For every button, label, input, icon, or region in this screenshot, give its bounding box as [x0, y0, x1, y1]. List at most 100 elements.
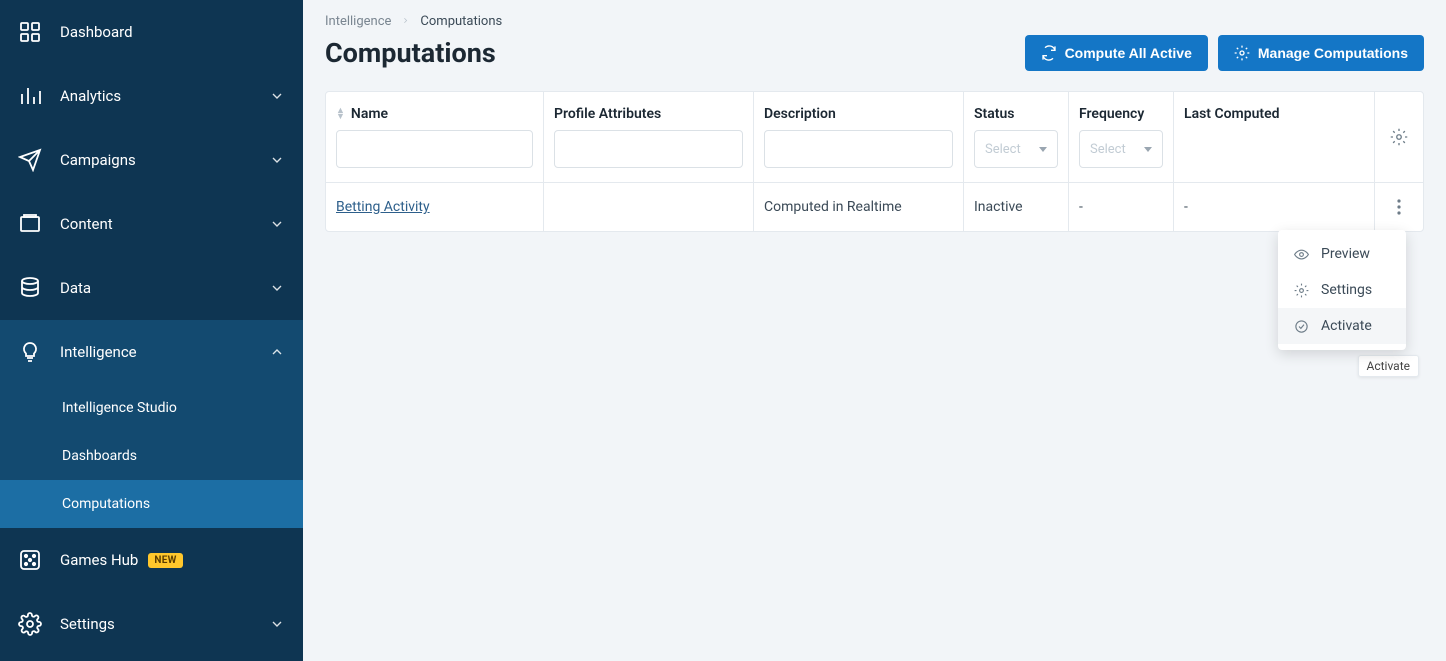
sidebar-item-label: Data: [60, 279, 269, 297]
eye-icon: [1294, 247, 1309, 262]
menu-item-label: Settings: [1321, 282, 1372, 298]
col-header-label: Profile Attributes: [554, 106, 661, 122]
select-placeholder: Select: [1090, 142, 1126, 157]
sidebar-item-label: Dashboards: [62, 448, 285, 464]
breadcrumb-bar: Intelligence Computations: [303, 0, 1446, 29]
col-header-name: ▲▼ Name: [326, 92, 544, 182]
chevron-down-icon: [269, 152, 285, 168]
content-icon: [18, 212, 42, 236]
content-area: ▲▼ Name Profile Attributes: [303, 91, 1446, 232]
manage-computations-button[interactable]: Manage Computations: [1218, 35, 1424, 71]
menu-item-activate[interactable]: Activate: [1278, 308, 1406, 344]
chevron-down-icon: [269, 216, 285, 232]
cell-last-computed: -: [1174, 183, 1375, 231]
row-context-menu: Preview Settings Activate: [1278, 230, 1406, 350]
cell-description: Computed in Realtime: [754, 183, 964, 231]
page-title: Computations: [325, 37, 496, 69]
new-badge: NEW: [148, 553, 182, 568]
chevron-down-icon: [269, 616, 285, 632]
col-header-label: Frequency: [1079, 106, 1144, 122]
gear-icon: [1294, 283, 1309, 298]
chevron-down-icon: [269, 280, 285, 296]
table-header-row: ▲▼ Name Profile Attributes: [326, 92, 1423, 183]
sidebar-intelligence-sub: Intelligence Studio Dashboards Computati…: [0, 384, 303, 528]
cell-frequency: -: [1069, 183, 1174, 231]
breadcrumb-parent[interactable]: Intelligence: [325, 14, 391, 29]
gear-icon: [1390, 128, 1408, 146]
filter-status-select[interactable]: Select: [974, 130, 1058, 168]
button-label: Compute All Active: [1065, 45, 1192, 61]
chevron-right-icon: [401, 14, 410, 29]
campaigns-icon: [18, 148, 42, 172]
select-placeholder: Select: [985, 142, 1021, 157]
main-content: Intelligence Computations Computations C…: [303, 0, 1446, 661]
refresh-icon: [1041, 45, 1057, 61]
row-name-link[interactable]: Betting Activity: [336, 199, 430, 215]
col-header-frequency: Frequency Select: [1069, 92, 1174, 182]
breadcrumb-current: Computations: [420, 14, 502, 29]
menu-item-settings[interactable]: Settings: [1278, 272, 1406, 308]
col-header-profile: Profile Attributes: [544, 92, 754, 182]
sidebar-item-games-hub[interactable]: Games Hub NEW: [0, 528, 303, 592]
dashboard-icon: [18, 20, 42, 44]
more-vertical-icon: [1397, 199, 1401, 215]
menu-item-preview[interactable]: Preview: [1278, 236, 1406, 272]
sidebar: Dashboard Analytics Campaigns Content: [0, 0, 303, 661]
compute-all-active-button[interactable]: Compute All Active: [1025, 35, 1208, 71]
sidebar-item-label: Dashboard: [60, 23, 285, 41]
sidebar-item-label: Intelligence: [60, 343, 269, 361]
col-header-label: Description: [764, 106, 836, 122]
analytics-icon: [18, 84, 42, 108]
tooltip: Activate: [1358, 355, 1420, 377]
table-settings-header[interactable]: [1375, 92, 1423, 182]
sidebar-item-label: Settings: [60, 615, 269, 633]
cell-name: Betting Activity: [326, 183, 544, 231]
sidebar-item-analytics[interactable]: Analytics: [0, 64, 303, 128]
menu-item-label: Preview: [1321, 246, 1370, 262]
gear-icon: [18, 612, 42, 636]
breadcrumb: Intelligence Computations: [325, 14, 1424, 29]
sidebar-item-data[interactable]: Data: [0, 256, 303, 320]
intelligence-icon: [18, 340, 42, 364]
col-header-status: Status Select: [964, 92, 1069, 182]
sidebar-item-computations[interactable]: Computations: [0, 480, 303, 528]
col-header-label: Last Computed: [1184, 106, 1280, 122]
col-header-label: Status: [974, 106, 1014, 122]
check-circle-icon: [1294, 319, 1309, 334]
sidebar-item-intelligence[interactable]: Intelligence: [0, 320, 303, 384]
gear-icon: [1234, 45, 1250, 61]
chevron-up-icon: [269, 344, 285, 360]
sidebar-item-label: Computations: [62, 496, 285, 512]
cell-status: Inactive: [964, 183, 1069, 231]
sidebar-item-label: Intelligence Studio: [62, 400, 285, 416]
button-label: Manage Computations: [1258, 45, 1408, 61]
sidebar-item-dashboards[interactable]: Dashboards: [0, 432, 303, 480]
col-header-description: Description: [754, 92, 964, 182]
header-actions: Compute All Active Manage Computations: [1025, 35, 1424, 71]
title-row: Computations Compute All Active Manage C…: [303, 29, 1446, 91]
sidebar-item-label: Content: [60, 215, 269, 233]
cell-profile: [544, 183, 754, 231]
sidebar-item-label: Analytics: [60, 87, 269, 105]
sidebar-item-label: Campaigns: [60, 151, 269, 169]
chevron-down-icon: [269, 88, 285, 104]
table-row: Betting Activity Computed in Realtime In…: [326, 183, 1423, 231]
filter-name-input[interactable]: [336, 130, 533, 168]
sidebar-item-label: Games Hub NEW: [60, 551, 285, 569]
menu-item-label: Activate: [1321, 318, 1372, 334]
data-icon: [18, 276, 42, 300]
sidebar-item-campaigns[interactable]: Campaigns: [0, 128, 303, 192]
row-actions-button[interactable]: [1375, 183, 1423, 231]
col-header-label: Name: [351, 106, 388, 122]
sidebar-item-intelligence-studio[interactable]: Intelligence Studio: [0, 384, 303, 432]
computations-table: ▲▼ Name Profile Attributes: [325, 91, 1424, 232]
filter-profile-input[interactable]: [554, 130, 743, 168]
sidebar-item-settings[interactable]: Settings: [0, 592, 303, 656]
games-icon: [18, 548, 42, 572]
filter-frequency-select[interactable]: Select: [1079, 130, 1163, 168]
sidebar-label-text: Games Hub: [60, 551, 138, 569]
sort-icon[interactable]: ▲▼: [336, 108, 345, 120]
filter-description-input[interactable]: [764, 130, 953, 168]
sidebar-item-content[interactable]: Content: [0, 192, 303, 256]
sidebar-item-dashboard[interactable]: Dashboard: [0, 0, 303, 64]
